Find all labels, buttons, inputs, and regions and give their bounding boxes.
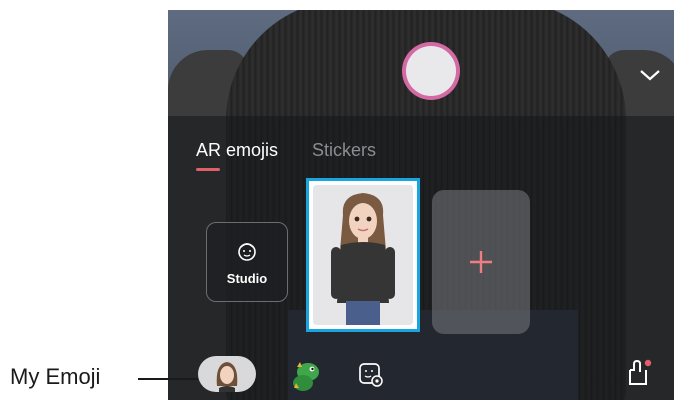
- active-tab-indicator: [196, 168, 220, 171]
- studio-label: Studio: [226, 271, 268, 286]
- store-bag-icon[interactable]: [624, 358, 654, 388]
- callout-line: [138, 378, 198, 380]
- callout-label-my-emoji: My Emoji: [10, 364, 101, 389]
- camera-screen: AR emojis Stickers Studio: [168, 10, 674, 400]
- dinosaur-emoji-icon[interactable]: [288, 358, 324, 392]
- plus-icon: [470, 251, 492, 273]
- add-emoji-button[interactable]: [432, 190, 530, 334]
- emoji-avatar-preview: [313, 185, 413, 325]
- bottom-toolbar: [168, 350, 674, 400]
- avatar-figure-image: [313, 185, 413, 325]
- my-emoji-card[interactable]: [306, 178, 420, 332]
- chevron-down-icon[interactable]: [638, 66, 662, 84]
- sticker-settings-icon[interactable]: [358, 362, 384, 388]
- studio-button[interactable]: Studio: [206, 222, 288, 302]
- tab-stickers[interactable]: Stickers: [312, 140, 376, 161]
- capture-button[interactable]: [406, 46, 456, 96]
- my-emoji-avatar-icon: [216, 362, 238, 392]
- tab-ar-emojis[interactable]: AR emojis: [196, 140, 278, 161]
- face-outline-icon: [238, 243, 256, 261]
- my-emoji-button[interactable]: [198, 356, 256, 392]
